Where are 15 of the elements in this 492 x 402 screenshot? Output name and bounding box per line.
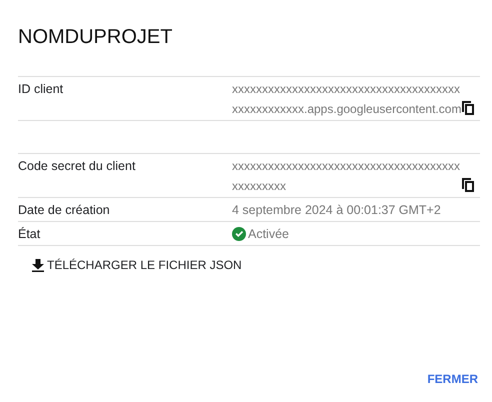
download-button[interactable]: TÉLÉCHARGER LE FICHIER JSON — [32, 256, 242, 274]
field-label: ID client — [18, 81, 64, 98]
close-button[interactable]: FERMER — [425, 370, 480, 388]
field-value: xxxxxxxxxxxxxxxxxxxxxxxxxxxxxxxxxxxxxxxxxxxxxxxxxx.apps.googleusercontent.com — [232, 81, 462, 118]
field-label: Code secret du client — [18, 158, 136, 175]
field-label: État — [18, 226, 42, 243]
field-value: xxxxxxxxxxxxxxxxxxxxxxxxxxxxxxxxxxxxxxxxxxxxxxx — [232, 158, 461, 195]
copy-icon[interactable] — [462, 101, 474, 115]
check-circle-icon — [232, 227, 246, 241]
field-label: Date de création — [18, 202, 111, 219]
copy-icon[interactable] — [462, 178, 474, 192]
dialog-title: NOMDUPROJET — [18, 25, 172, 50]
status-text: Activée — [248, 226, 289, 243]
field-value: 4 septembre 2024 à 00:01:37 GMT+2 — [232, 202, 441, 219]
download-icon — [32, 258, 44, 272]
